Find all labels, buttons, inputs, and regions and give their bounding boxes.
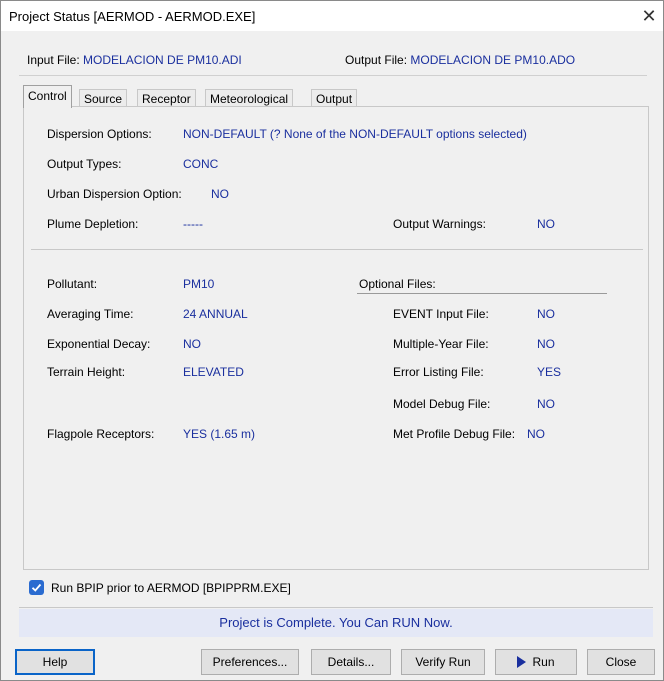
- model-debug-file-label: Model Debug File:: [393, 397, 491, 411]
- dispersion-options-label: Dispersion Options:: [47, 127, 152, 141]
- plume-depletion-value: -----: [183, 217, 203, 231]
- run-arrow-icon: [517, 656, 527, 668]
- help-button[interactable]: Help: [15, 649, 95, 675]
- output-file-value: MODELACION DE PM10.ADO: [410, 53, 576, 67]
- exponential-decay-label: Exponential Decay:: [47, 337, 151, 351]
- verify-run-button-label: Verify Run: [415, 655, 471, 669]
- output-file-info: Output File: MODELACION DE PM10.ADO: [345, 53, 575, 67]
- terrain-height-label: Terrain Height:: [47, 365, 126, 379]
- run-button[interactable]: Run: [495, 649, 577, 675]
- status-bar: Project is Complete. You Can RUN Now.: [19, 609, 653, 637]
- dispersion-options-value: NON-DEFAULT (? None of the NON-DEFAULT o…: [183, 127, 527, 141]
- details-button[interactable]: Details...: [311, 649, 391, 675]
- met-profile-debug-file-value: NO: [527, 427, 545, 441]
- plume-depletion-label: Plume Depletion:: [47, 217, 139, 231]
- input-file-label: Input File:: [27, 53, 80, 67]
- bpip-checkbox[interactable]: [29, 580, 44, 595]
- flagpole-receptors-value: YES (1.65 m): [183, 427, 256, 441]
- title-bar: Project Status [AERMOD - AERMOD.EXE] ✕: [1, 1, 663, 31]
- event-input-file-value: NO: [537, 307, 555, 321]
- tab-control[interactable]: Control: [23, 85, 72, 108]
- urban-dispersion-value: NO: [211, 187, 229, 201]
- preferences-button-label: Preferences...: [212, 655, 288, 669]
- urban-dispersion-label: Urban Dispersion Option:: [47, 187, 182, 201]
- output-warnings-value: NO: [537, 217, 555, 231]
- close-window-icon[interactable]: ✕: [637, 5, 661, 27]
- averaging-time-label: Averaging Time:: [47, 307, 134, 321]
- averaging-time-value: 24 ANNUAL: [183, 307, 248, 321]
- window-title: Project Status [AERMOD - AERMOD.EXE]: [9, 9, 256, 24]
- checkmark-icon: [31, 583, 42, 592]
- output-warnings-label: Output Warnings:: [393, 217, 486, 231]
- pollutant-value: PM10: [183, 277, 215, 291]
- input-file-value: MODELACION DE PM10.ADI: [83, 53, 242, 67]
- details-button-label: Details...: [327, 655, 375, 669]
- error-listing-file-value: YES: [537, 365, 562, 379]
- output-types-value: CONC: [183, 157, 219, 171]
- preferences-button[interactable]: Preferences...: [201, 649, 299, 675]
- exponential-decay-value: NO: [183, 337, 201, 351]
- met-profile-debug-file-label: Met Profile Debug File:: [393, 427, 516, 441]
- project-status-window: Project Status [AERMOD - AERMOD.EXE] ✕ I…: [0, 0, 664, 681]
- pollutant-label: Pollutant:: [47, 277, 98, 291]
- verify-run-button[interactable]: Verify Run: [401, 649, 485, 675]
- close-button[interactable]: Close: [587, 649, 655, 675]
- terrain-height-value: ELEVATED: [183, 365, 244, 379]
- multiple-year-file-label: Multiple-Year File:: [393, 337, 489, 351]
- optional-files-heading: Optional Files:: [359, 277, 436, 291]
- status-top-line: [19, 607, 653, 608]
- output-file-label: Output File:: [345, 53, 408, 67]
- run-button-label: Run: [532, 655, 555, 669]
- file-separator: [19, 75, 647, 76]
- close-button-label: Close: [605, 655, 637, 669]
- section-separator: [31, 249, 643, 250]
- input-file-info: Input File: MODELACION DE PM10.ADI: [27, 53, 242, 67]
- optional-files-underline: [357, 293, 607, 294]
- status-message: Project is Complete. You Can RUN Now.: [219, 615, 453, 630]
- error-listing-file-label: Error Listing File:: [393, 365, 484, 379]
- flagpole-receptors-label: Flagpole Receptors:: [47, 427, 155, 441]
- event-input-file-label: EVENT Input File:: [393, 307, 489, 321]
- output-types-label: Output Types:: [47, 157, 122, 171]
- multiple-year-file-value: NO: [537, 337, 555, 351]
- model-debug-file-value: NO: [537, 397, 555, 411]
- bpip-checkbox-label: Run BPIP prior to AERMOD [BPIPPRM.EXE]: [51, 581, 291, 595]
- help-button-label: Help: [42, 655, 68, 669]
